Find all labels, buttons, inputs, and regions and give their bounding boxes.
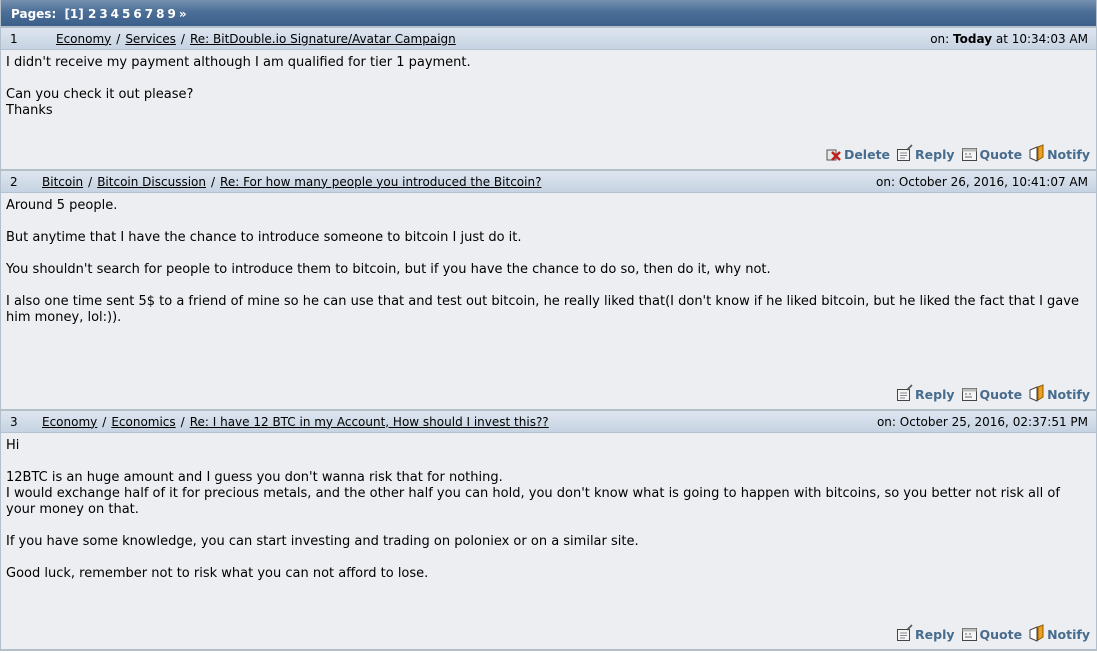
quote-icon [961,628,977,641]
quote-icon [961,148,977,161]
list-bottom-border [1,649,1096,651]
reply-button[interactable]: Reply [896,384,955,402]
post-header: 2 Bitcoin / Bitcoin Discussion / Re: For… [1,171,1096,193]
post-actions: Reply Quote Notify [890,624,1096,642]
breadcrumb-separator: / [102,414,107,429]
quote-icon [961,388,977,401]
breadcrumb-subboard[interactable]: Bitcoin Discussion [97,175,206,189]
page-link-8[interactable]: 8 [156,7,164,21]
notify-icon [1029,144,1044,162]
notify-icon [1029,624,1044,642]
post-body: Hi 12BTC is an huge amount and I guess y… [6,438,1060,581]
pagination-current: [1] [64,7,84,21]
notify-button[interactable]: Notify [1028,624,1090,642]
page-link-9[interactable]: 9 [167,7,175,21]
page-link-5[interactable]: 5 [122,7,130,21]
breadcrumb-separator: / [180,31,185,46]
breadcrumb-board[interactable]: Economy [42,415,97,429]
quote-button[interactable]: Quote [961,144,1022,162]
notify-button[interactable]: Notify [1028,144,1090,162]
page-link-4[interactable]: 4 [111,7,119,21]
post-body: I didn't receive my payment although I a… [6,55,471,118]
pagination-bar: Pages: [1] 2 3 4 5 6 7 8 9 » [1,0,1096,26]
breadcrumb-subboard[interactable]: Economics [111,415,175,429]
breadcrumb-separator: / [116,31,121,46]
post-actions: Delete Reply Quote Notify [819,144,1096,162]
breadcrumb-topic[interactable]: Re: For how many people you introduced t… [220,175,541,189]
notify-button[interactable]: Notify [1028,384,1090,402]
pagination-label: Pages: [11,7,57,21]
reply-icon [897,624,913,641]
reply-icon [897,384,913,401]
breadcrumb-topic[interactable]: Re: BitDouble.io Signature/Avatar Campai… [190,32,456,46]
notify-icon [1029,384,1044,402]
quote-button[interactable]: Quote [961,384,1022,402]
delete-button[interactable]: Delete [825,144,890,162]
delete-icon [826,149,841,161]
breadcrumb-board[interactable]: Economy [56,32,111,46]
post-header: 1 Economy / Services / Re: BitDouble.io … [1,28,1096,50]
post-number: 3 [10,414,18,429]
post-number: 2 [10,174,18,189]
breadcrumb-separator: / [88,174,93,189]
post-date: on: October 25, 2016, 02:37:51 PM [876,414,1088,429]
breadcrumb-separator: / [210,174,216,189]
breadcrumb-separator: / [180,414,185,429]
post: 3 Economy / Economics / Re: I have 12 BT… [1,409,1096,649]
post: 1 Economy / Services / Re: BitDouble.io … [1,26,1096,169]
reply-button[interactable]: Reply [896,624,955,642]
post-date: on: October 26, 2016, 10:41:07 AM [876,174,1088,189]
post-date: on: Today at 10:34:03 AM [930,31,1088,46]
quote-button[interactable]: Quote [961,624,1022,642]
reply-icon [897,144,913,161]
page-link-2[interactable]: 2 [88,7,96,21]
post-header: 3 Economy / Economics / Re: I have 12 BT… [1,411,1096,433]
post: 2 Bitcoin / Bitcoin Discussion / Re: For… [1,169,1096,409]
page-link-next[interactable]: » [179,7,187,21]
page-link-7[interactable]: 7 [145,7,153,21]
page-link-3[interactable]: 3 [99,7,107,21]
reply-button[interactable]: Reply [896,144,955,162]
post-number: 1 [10,31,18,46]
post-list: Pages: [1] 2 3 4 5 6 7 8 9» 1 Economy / Service… [0,0,1097,651]
breadcrumb-subboard[interactable]: Services [125,32,176,46]
post-body: Around 5 people. But anytime that I have… [6,198,1079,325]
breadcrumb-board[interactable]: Bitcoin [42,175,83,189]
page-link-6[interactable]: 6 [133,7,141,21]
post-actions: Reply Quote Notify [890,384,1096,402]
breadcrumb-topic[interactable]: Re: I have 12 BTC in my Account, How sho… [190,415,549,429]
